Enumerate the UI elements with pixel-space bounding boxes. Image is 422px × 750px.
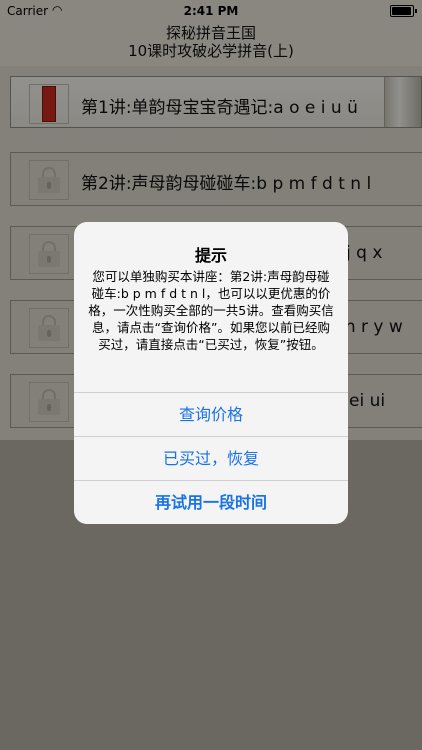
alert-message: 您可以单独购买本讲座：第2讲:声母韵母碰碰车:b p m f d t n l，也… bbox=[88, 269, 334, 352]
check-price-button[interactable]: 查询价格 bbox=[74, 392, 348, 436]
continue-trial-button[interactable]: 再试用一段时间 bbox=[74, 480, 348, 524]
restore-purchase-button[interactable]: 已买过，恢复 bbox=[74, 436, 348, 480]
alert-dialog: 提示 您可以单独购买本讲座：第2讲:声母韵母碰碰车:b p m f d t n … bbox=[74, 222, 348, 524]
alert-title: 提示 bbox=[194, 246, 227, 265]
